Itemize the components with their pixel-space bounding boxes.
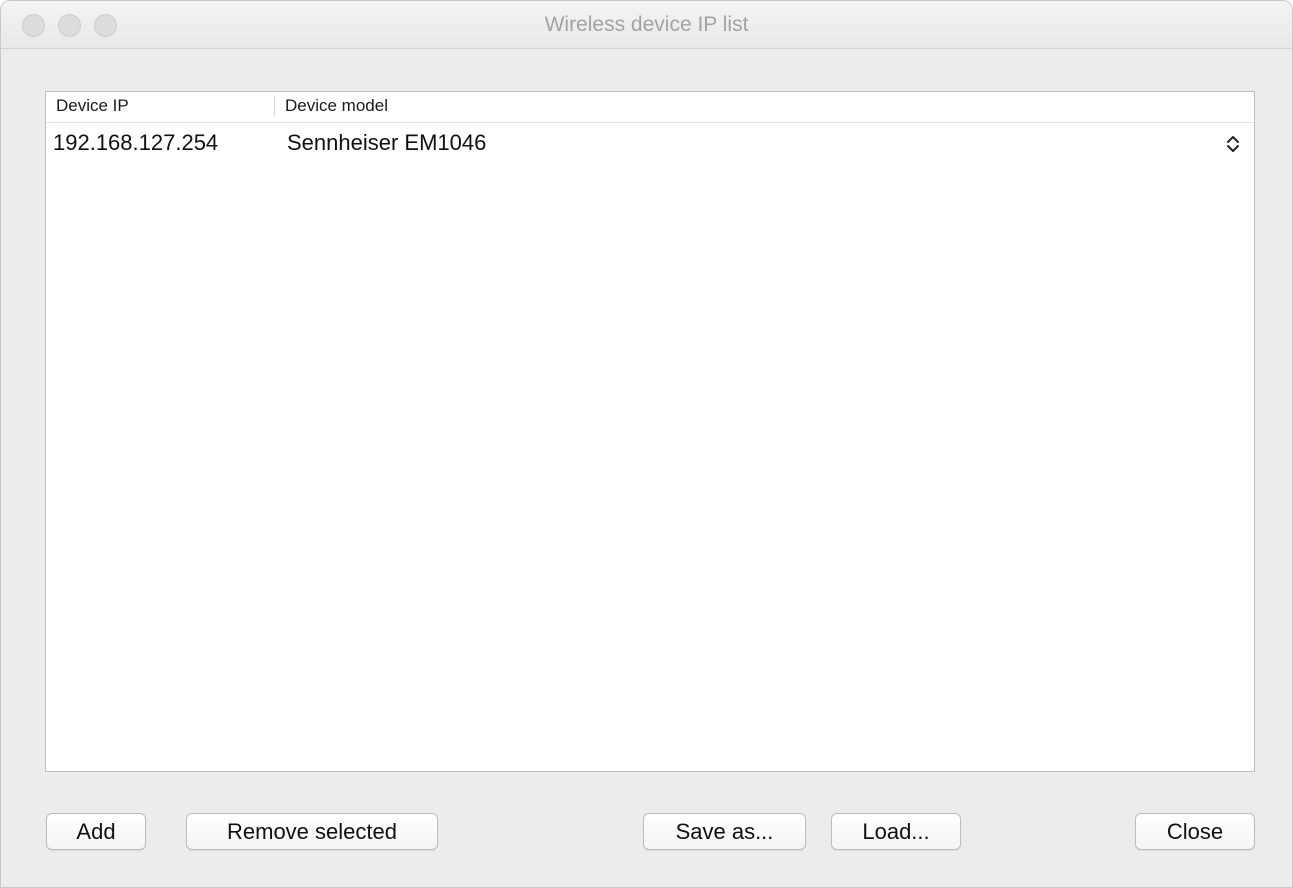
- load-button[interactable]: Load...: [831, 813, 961, 850]
- device-ip-cell[interactable]: 192.168.127.254: [53, 123, 218, 165]
- column-header-device-model[interactable]: Device model: [285, 92, 388, 122]
- window-title: Wireless device IP list: [544, 13, 749, 36]
- device-model-cell[interactable]: Sennheiser EM1046: [287, 123, 486, 165]
- close-button[interactable]: Close: [1135, 813, 1255, 850]
- add-button[interactable]: Add: [46, 813, 146, 850]
- table-row[interactable]: 192.168.127.254 Sennheiser EM1046: [46, 123, 1254, 165]
- dialog-window: Wireless device IP list Device IP Device…: [0, 0, 1293, 888]
- title-bar[interactable]: Wireless device IP list: [1, 1, 1292, 49]
- device-ip-table[interactable]: Device IP Device model 192.168.127.254 S…: [45, 91, 1255, 772]
- save-as-button[interactable]: Save as...: [643, 813, 806, 850]
- column-divider[interactable]: [274, 97, 275, 116]
- remove-selected-button[interactable]: Remove selected: [186, 813, 438, 850]
- column-header-device-ip[interactable]: Device IP: [56, 92, 129, 122]
- up-down-chevron-icon[interactable]: [1224, 133, 1242, 155]
- table-header: Device IP Device model: [46, 92, 1254, 123]
